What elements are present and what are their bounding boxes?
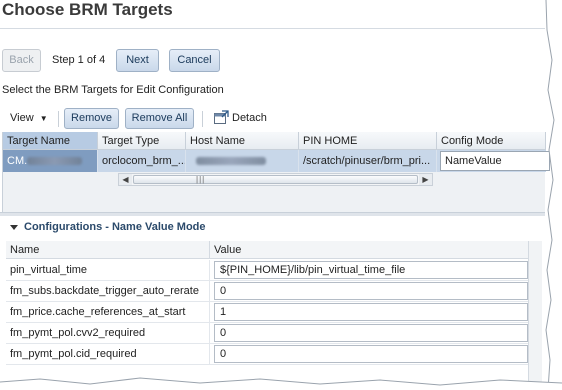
arrow-left-icon[interactable]: ◀ — [119, 174, 132, 185]
toolbar-separator — [58, 111, 59, 127]
grip-icon: ||| — [196, 175, 206, 184]
table-row: fm_subs.backdate_trigger_auto_rerate 0 — [6, 281, 534, 302]
triangle-down-icon[interactable] — [10, 225, 18, 230]
detach-button[interactable]: Detach — [210, 107, 270, 131]
table-row: pin_virtual_time ${PIN_HOME}/lib/pin_vir… — [6, 260, 534, 281]
target-type-cell: orclocom_brm_... — [98, 150, 186, 172]
view-menu[interactable]: View ▼ — [10, 112, 48, 124]
column-header-config-mode[interactable]: Config Mode — [437, 132, 546, 150]
instruction-text: Select the BRM Targets for Edit Configur… — [2, 84, 224, 96]
panel-divider[interactable] — [0, 212, 545, 216]
view-menu-label: View — [10, 112, 34, 124]
config-value-field[interactable]: ${PIN_HOME}/lib/pin_virtual_time_file — [214, 261, 528, 279]
horizontal-scrollbar[interactable]: ◀ ||| ▶ — [118, 173, 433, 186]
table-row: fm_price.cache_references_at_start 1 — [6, 302, 534, 323]
back-button[interactable]: Back — [2, 49, 41, 72]
table-row: fm_pymt_pol.cvv2_required 0 — [6, 323, 534, 344]
next-button[interactable]: Next — [116, 49, 159, 72]
arrow-right-icon[interactable]: ▶ — [419, 174, 432, 185]
config-name: fm_pymt_pol.cvv2_required — [6, 323, 210, 344]
config-value-field[interactable]: 1 — [214, 303, 528, 321]
config-name: pin_virtual_time — [6, 260, 210, 281]
step-indicator: Step 1 of 4 — [52, 54, 106, 66]
pin-home-cell: /scratch/pinuser/brm_pri... — [299, 150, 437, 172]
config-value-field[interactable]: 0 — [214, 324, 528, 342]
config-value-field[interactable]: 0 — [214, 345, 528, 363]
target-name-cell: CM. — [3, 150, 98, 172]
column-header-name[interactable]: Name — [6, 241, 210, 259]
remove-all-button[interactable]: Remove All — [125, 108, 194, 129]
table-row[interactable]: CM. orclocom_brm_... /scratch/pinuser/br… — [3, 150, 550, 172]
table-row: fm_pymt_pol.cid_required 0 — [6, 344, 534, 365]
config-value-field[interactable]: 0 — [214, 282, 528, 300]
host-name-cell — [186, 150, 299, 172]
target-name-text: CM. — [7, 155, 28, 167]
cancel-button[interactable]: Cancel — [169, 49, 220, 72]
config-name: fm_price.cache_references_at_start — [6, 302, 210, 323]
detach-icon — [214, 110, 229, 124]
page-title: Choose BRM Targets — [2, 0, 173, 19]
torn-edge-bottom — [0, 377, 562, 390]
column-header-target-name[interactable]: Target Name — [3, 132, 98, 150]
table-toolbar: View ▼ Remove Remove All Detach — [0, 107, 545, 131]
section-title[interactable]: Configurations - Name Value Mode — [24, 221, 206, 233]
chevron-down-icon: ▼ — [39, 114, 48, 123]
targets-table: Target Name Target Type Host Name PIN HO… — [2, 132, 550, 212]
title-rule — [0, 28, 545, 29]
redacted-mark — [196, 157, 266, 166]
remove-button[interactable]: Remove — [64, 108, 119, 129]
toolbar-separator — [202, 111, 203, 127]
redacted-mark — [27, 157, 83, 166]
vertical-scrollbar[interactable] — [528, 241, 542, 390]
column-header-target-type[interactable]: Target Type — [98, 132, 186, 150]
column-header-host-name[interactable]: Host Name — [186, 132, 299, 150]
detach-label: Detach — [232, 112, 267, 124]
config-name: fm_pymt_pol.cid_required — [6, 344, 210, 365]
column-header-pin-home[interactable]: PIN HOME — [299, 132, 437, 150]
config-mode-field[interactable]: NameValue — [440, 151, 550, 171]
scroll-thumb[interactable]: ||| — [133, 175, 418, 184]
column-header-value[interactable]: Value — [210, 241, 534, 259]
config-name: fm_subs.backdate_trigger_auto_rerate — [6, 281, 210, 302]
